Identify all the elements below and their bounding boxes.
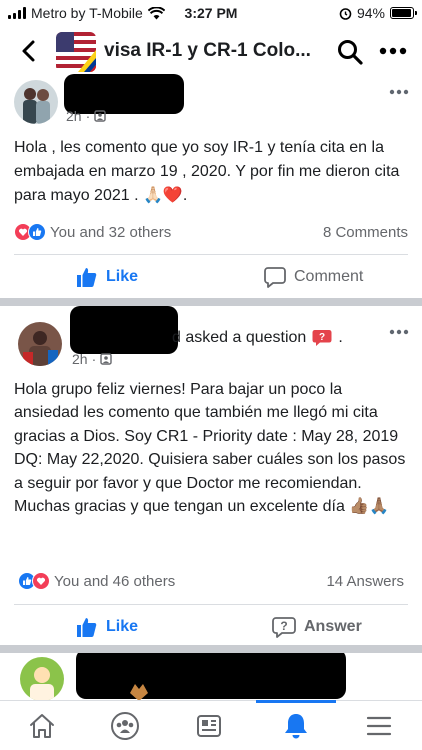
search-icon[interactable] xyxy=(336,38,364,66)
news-icon xyxy=(197,715,221,737)
group-header: visa IR-1 y CR-1 Colo... xyxy=(0,24,422,80)
author-avatar[interactable] xyxy=(18,322,62,366)
battery-icon xyxy=(390,7,417,19)
answer-button[interactable]: ? Answer xyxy=(272,616,362,638)
post-options-icon[interactable] xyxy=(388,328,410,336)
more-options-icon[interactable] xyxy=(378,44,408,58)
group-avatar[interactable] xyxy=(56,32,96,72)
reaction-count: You and 32 others xyxy=(50,223,172,241)
comment-button[interactable]: Comment xyxy=(264,266,363,288)
nav-home[interactable] xyxy=(25,709,59,743)
post-3-partial xyxy=(0,653,422,700)
redacted-author-name xyxy=(70,306,178,354)
active-tab-indicator xyxy=(256,700,336,703)
alarm-icon xyxy=(339,7,352,20)
like-label: Like xyxy=(106,268,139,285)
post-2: d asked a question ? . 2h · Hola grupo f… xyxy=(0,306,422,651)
battery-percent: 94% xyxy=(356,5,385,21)
feed-separator xyxy=(0,645,422,653)
group-title[interactable]: visa IR-1 y CR-1 Colo... xyxy=(104,40,319,62)
answer-label: Answer xyxy=(304,618,362,635)
like-label: Like xyxy=(106,618,139,635)
like-button[interactable]: Like xyxy=(76,616,138,638)
praying-hands-icon xyxy=(130,684,148,700)
nav-groups[interactable] xyxy=(108,709,142,743)
group-audience-icon xyxy=(94,110,106,122)
answers-count[interactable]: 14 Answers xyxy=(326,573,404,590)
menu-icon xyxy=(366,716,392,736)
svg-text:?: ? xyxy=(319,332,325,343)
post-1: 2h · Hola , les comento que yo soy IR-1 … xyxy=(0,74,422,300)
post-header: d asked a question ? . xyxy=(172,329,343,346)
redacted-content xyxy=(76,653,346,699)
home-icon xyxy=(30,714,54,738)
svg-text:?: ? xyxy=(280,619,287,633)
divider xyxy=(14,604,408,605)
back-arrow-icon[interactable] xyxy=(14,36,44,66)
post-text: Hola , les comento que yo soy IR-1 y ten… xyxy=(14,139,400,204)
post-meta: 2h · xyxy=(72,351,112,367)
asked-question-text: d asked a question xyxy=(172,329,307,346)
love-reaction-icon xyxy=(32,572,50,590)
reaction-count: You and 46 others xyxy=(54,572,176,590)
reaction-summary[interactable]: You and 46 others xyxy=(18,572,175,590)
divider xyxy=(14,254,408,255)
question-badge-icon: ? xyxy=(312,330,332,346)
bottom-nav xyxy=(0,700,422,750)
like-button[interactable]: Like xyxy=(76,266,138,288)
post-meta: 2h · xyxy=(66,108,106,124)
thumbs-up-icon xyxy=(77,618,97,637)
feed-separator xyxy=(0,298,422,306)
comment-label: Comment xyxy=(294,268,364,285)
comment-bubble-icon xyxy=(264,267,286,288)
battery-level xyxy=(392,9,411,17)
group-audience-icon xyxy=(100,353,112,365)
nav-news[interactable] xyxy=(192,709,226,743)
post-time: 2h xyxy=(66,108,82,124)
thumbs-up-icon xyxy=(77,268,97,287)
author-avatar[interactable] xyxy=(20,657,64,700)
reaction-summary[interactable]: You and 32 others xyxy=(14,223,171,241)
post-text: Hola grupo feliz viernes! Para bajar un … xyxy=(14,381,406,516)
like-reaction-icon xyxy=(28,223,46,241)
nav-notifications[interactable] xyxy=(279,709,313,743)
nav-menu[interactable] xyxy=(362,709,396,743)
question-bubble-icon: ? xyxy=(272,617,296,638)
bell-icon xyxy=(285,714,307,739)
post-time: 2h xyxy=(72,351,88,367)
status-bar: Metro by T-Mobile 3:27 PM 94% xyxy=(0,0,422,24)
comments-count[interactable]: 8 Comments xyxy=(323,224,408,241)
post-options-icon[interactable] xyxy=(388,88,410,96)
author-avatar[interactable] xyxy=(14,80,58,124)
groups-icon xyxy=(111,712,139,740)
